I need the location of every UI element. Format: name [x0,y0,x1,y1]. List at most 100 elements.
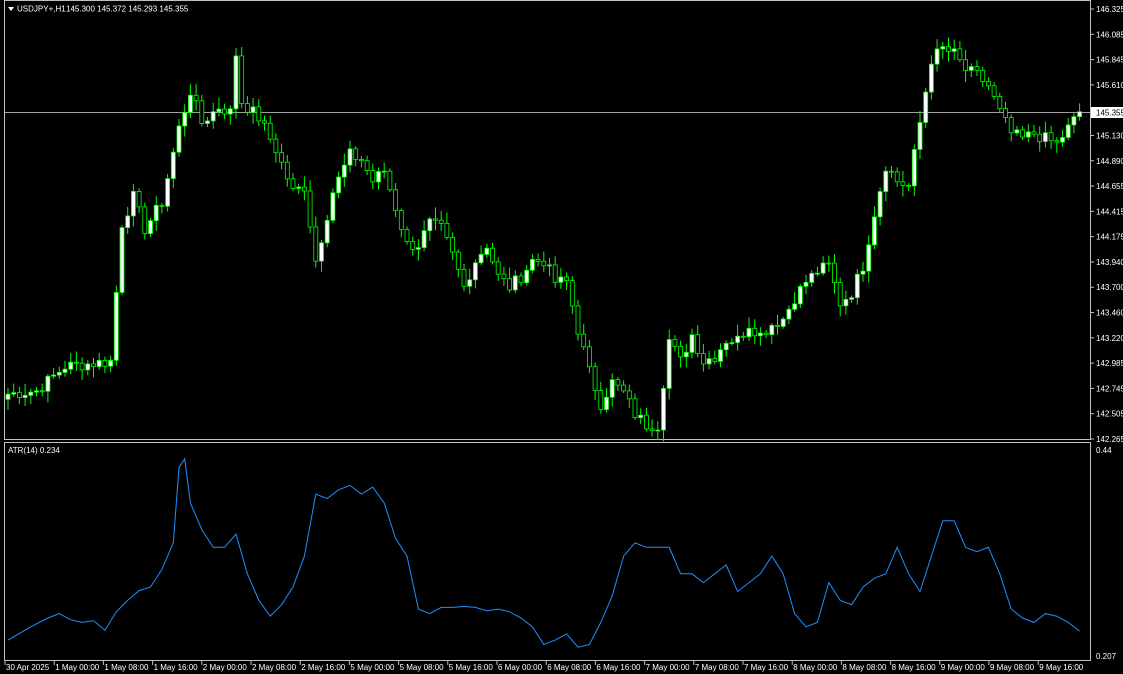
candle-bear [199,100,205,124]
candle-bull [165,178,171,207]
candle-bear [621,384,626,392]
candle-bull [130,191,136,217]
time-tick-label: 7 May 08:00 [695,663,740,672]
candle-bear [826,262,832,265]
candle-bull [723,343,729,351]
symbol-title: USDJPY+,H1 [17,5,66,14]
candle-bull [940,46,946,50]
candle-bull [170,151,176,180]
candle-bull [51,374,56,377]
candle-bear [398,210,404,230]
candle-bull [336,176,342,194]
candle-bear [353,148,359,160]
candle-bull [558,276,564,283]
candle-bull [849,297,854,300]
candle-bear [142,206,148,234]
candle-bear [410,241,416,250]
candle-bull [484,247,490,255]
candle-bear [358,159,364,162]
time-tick-label: 5 May 00:00 [350,663,395,672]
candle-bull [153,204,159,222]
price-tick-label: 144.415 [1096,207,1123,216]
candle-bull [934,48,940,65]
candle-bear [541,260,547,267]
candle-bear [273,138,279,154]
candle-bull [530,259,535,271]
candle-bull [758,332,763,337]
candle-bull [769,324,775,336]
candle-bear [501,273,507,280]
candle-bull [113,292,119,361]
price-tick-label: 143.700 [1096,283,1123,292]
atr-tick-label: 0.207 [1096,652,1117,661]
candle-bear [695,334,701,355]
candle-bear [239,55,245,104]
price-tick-label: 144.175 [1096,233,1123,242]
price-tick-label: 142.745 [1096,384,1123,393]
price-tick-label: 142.505 [1096,410,1123,419]
candle-bull [718,349,723,362]
candle-bull [1077,111,1082,118]
candle-bear [1048,132,1054,142]
candle-bull [872,216,877,246]
candle-bull [854,273,860,299]
candle-bull [1071,116,1077,126]
candle-bull [62,368,68,373]
candle-bear [946,46,951,52]
candle-bull [22,394,28,399]
candle-bull [729,342,735,344]
candle-bull [683,352,689,358]
candle-bull [923,91,929,123]
time-tick-label: 7 May 16:00 [744,663,789,672]
candle-bull [860,270,866,275]
candle-bear [649,428,655,431]
time-tick-label: 6 May 16:00 [596,663,641,672]
candle-bear [284,161,290,180]
candle-bull [1043,132,1048,142]
candle-bull [706,358,712,365]
candle-bear [507,278,513,291]
candle-bear [461,268,467,287]
candle-bull [210,111,216,122]
candle-bear [370,170,376,183]
candle-bear [644,414,649,430]
candle-bull [96,359,102,368]
price-tick-label: 145.610 [1096,81,1123,90]
time-tick-label: 30 Apr 2025 [6,663,50,672]
candle-bear [290,178,296,189]
time-tick-label: 1 May 16:00 [154,663,199,672]
candle-bull [803,281,809,287]
time-tick-label: 9 May 00:00 [941,663,986,672]
candle-bear [963,59,968,71]
candle-bear [889,170,894,173]
candle-bear [244,103,250,113]
candle-bear [701,353,706,365]
candle-bull [233,55,239,110]
atr-tick-label: 0.44 [1096,446,1112,455]
candle-bear [632,398,638,418]
candle-bear [832,262,837,284]
candle-bear [763,332,769,336]
candle-bull [735,335,740,343]
candle-bear [39,390,45,393]
time-tick-label: 6 May 08:00 [547,663,592,672]
candle-bear [159,204,165,207]
candle-bear [986,81,991,87]
candle-bull [746,327,752,338]
candle-bull [119,227,125,293]
candle-bull [655,429,661,432]
candle-bull [227,108,233,115]
candle-bull [182,112,188,127]
candle-bull [968,66,974,71]
candle-bear [279,152,285,163]
candle-bear [404,229,410,242]
candle-bear [980,69,986,82]
candle-bear [1008,117,1014,134]
candle-bull [205,120,210,124]
time-tick-label: 2 May 16:00 [301,663,346,672]
candle-bull [148,220,153,234]
chart-background [0,0,1123,674]
price-tick-label: 146.325 [1096,5,1123,14]
candle-bear [894,171,900,183]
candle-bear [997,96,1003,110]
